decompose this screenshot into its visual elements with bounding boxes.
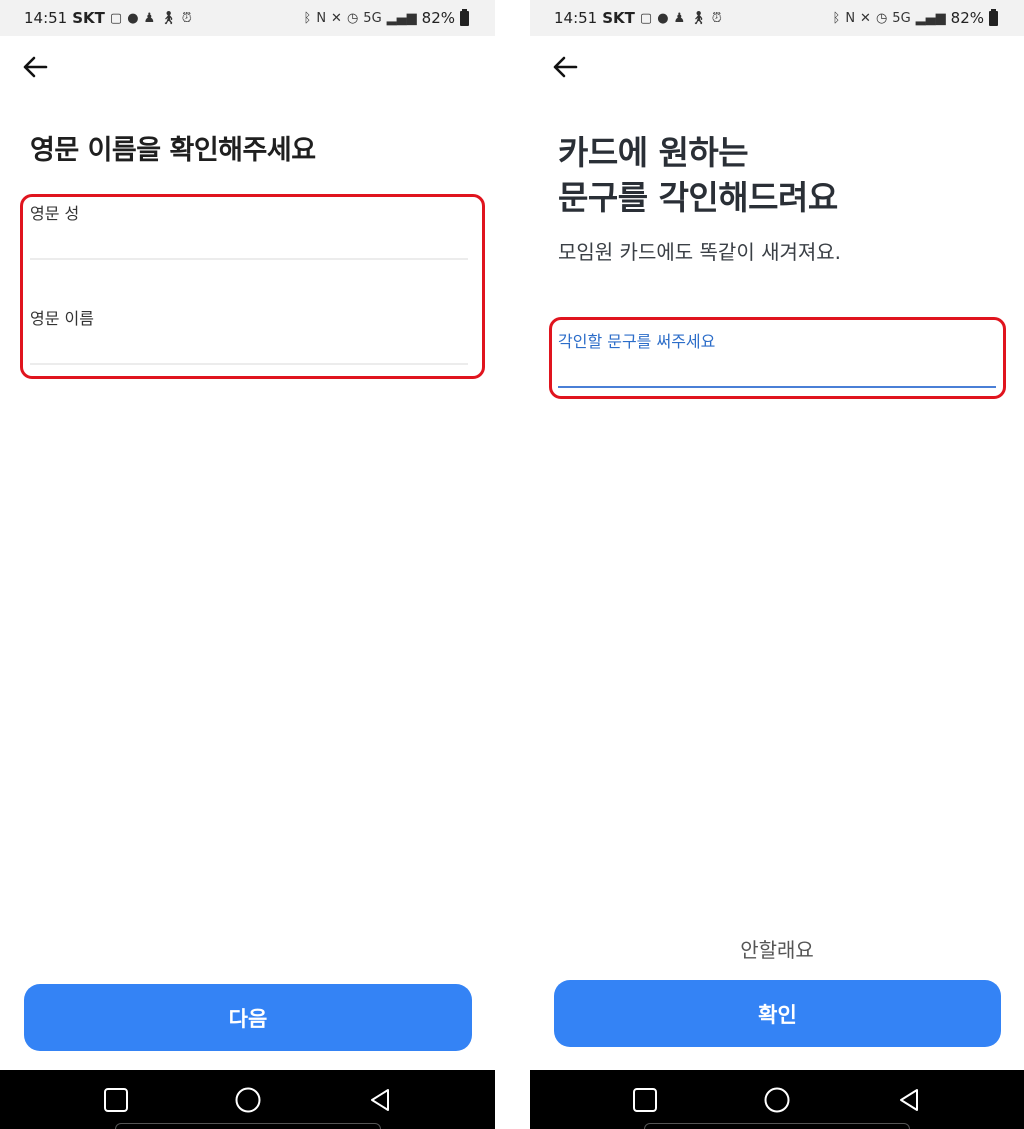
circle-icon <box>235 1087 260 1112</box>
arrow-left-icon <box>553 56 578 78</box>
system-back-button[interactable] <box>843 1070 975 1129</box>
circle-icon <box>764 1087 790 1112</box>
title-line-2: 문구를 각인해드려요 <box>558 178 838 217</box>
alarm-clock-icon: ◷ <box>346 10 359 26</box>
recent-apps-button[interactable] <box>50 1070 182 1129</box>
page-subtitle: 모임원 카드에도 똑같이 새겨져요. <box>558 240 842 264</box>
network-label: 5G <box>892 10 911 26</box>
message-icon: ▢ <box>109 10 123 26</box>
first-name-input[interactable] <box>30 329 468 365</box>
first-name-field: 영문 이름 <box>30 305 468 365</box>
skip-link[interactable]: 안할래요 <box>530 934 1024 963</box>
network-label: 5G <box>363 10 382 26</box>
alarm-clock-icon: ◷ <box>875 10 888 26</box>
status-bar: 14:51 SKT ▢ ● ♟ 🚶︎ ⏰︎ ᛒ N ✕ ◷ 5G ▂▄▆ 82% <box>530 0 1024 36</box>
walk-icon: 🚶︎ <box>690 10 707 26</box>
card-engraving-screen: 14:51 SKT ▢ ● ♟ 🚶︎ ⏰︎ ᛒ N ✕ ◷ 5G ▂▄▆ 82%… <box>530 0 1024 1129</box>
mute-icon: ✕ <box>860 10 871 26</box>
bluetooth-icon: ᛒ <box>832 10 841 26</box>
message-icon: ▢ <box>639 10 653 26</box>
home-button[interactable] <box>711 1070 843 1129</box>
last-name-input[interactable] <box>30 224 468 260</box>
english-name-screen: 14:51 SKT ▢ ● ♟ 🚶︎ ⏰︎ ᛒ N ✕ ◷ 5G ▂▄▆ 82%… <box>0 0 495 1129</box>
talk-icon: ● <box>657 10 669 26</box>
home-button[interactable] <box>182 1070 314 1129</box>
triangle-back-icon <box>900 1088 918 1111</box>
navigation-bar <box>530 1070 1024 1129</box>
battery-icon <box>989 8 998 26</box>
first-name-label: 영문 이름 <box>30 309 94 328</box>
page-title: 카드에 원하는 문구를 각인해드려요 <box>558 130 838 220</box>
alarm-icon: ⏰︎ <box>181 10 192 26</box>
battery-percent: 82% <box>950 9 984 27</box>
gesture-pill <box>114 1123 381 1129</box>
status-time: 14:51 <box>24 9 68 27</box>
square-icon <box>633 1087 657 1112</box>
status-bar: 14:51 SKT ▢ ● ♟ 🚶︎ ⏰︎ ᛒ N ✕ ◷ 5G ▂▄▆ 82% <box>0 0 495 36</box>
recent-apps-button[interactable] <box>579 1070 711 1129</box>
nfc-icon: N <box>845 10 856 26</box>
battery-percent: 82% <box>421 9 455 27</box>
activity-icon: ♟ <box>673 10 686 26</box>
square-icon <box>103 1087 128 1112</box>
arrow-left-icon <box>23 56 48 78</box>
engraving-label: 각인할 문구를 써주세요 <box>558 332 716 351</box>
page-title: 영문 이름을 확인해주세요 <box>30 135 316 166</box>
signal-icon: ▂▄▆ <box>386 10 417 26</box>
signal-icon: ▂▄▆ <box>915 10 946 26</box>
last-name-field: 영문 성 <box>30 200 468 260</box>
status-carrier: SKT <box>72 9 105 27</box>
talk-icon: ● <box>127 10 139 26</box>
battery-icon <box>460 8 469 26</box>
alarm-icon: ⏰︎ <box>711 10 722 26</box>
next-button[interactable]: 다음 <box>24 984 472 1051</box>
activity-icon: ♟ <box>143 10 156 26</box>
status-time: 14:51 <box>554 9 598 27</box>
triangle-back-icon <box>370 1088 389 1111</box>
system-back-button[interactable] <box>314 1070 446 1129</box>
title-line-1: 카드에 원하는 <box>558 133 749 172</box>
navigation-bar <box>0 1070 495 1129</box>
back-button[interactable] <box>550 52 580 82</box>
confirm-button[interactable]: 확인 <box>554 980 1001 1047</box>
bluetooth-icon: ᛒ <box>303 10 312 26</box>
mute-icon: ✕ <box>331 10 342 26</box>
walk-icon: 🚶︎ <box>160 10 177 26</box>
status-carrier: SKT <box>602 9 635 27</box>
gesture-pill <box>644 1123 910 1129</box>
last-name-label: 영문 성 <box>30 204 80 223</box>
nfc-icon: N <box>316 10 327 26</box>
back-button[interactable] <box>20 52 50 82</box>
engraving-input[interactable] <box>558 352 996 388</box>
engraving-field: 각인할 문구를 써주세요 <box>558 328 996 388</box>
